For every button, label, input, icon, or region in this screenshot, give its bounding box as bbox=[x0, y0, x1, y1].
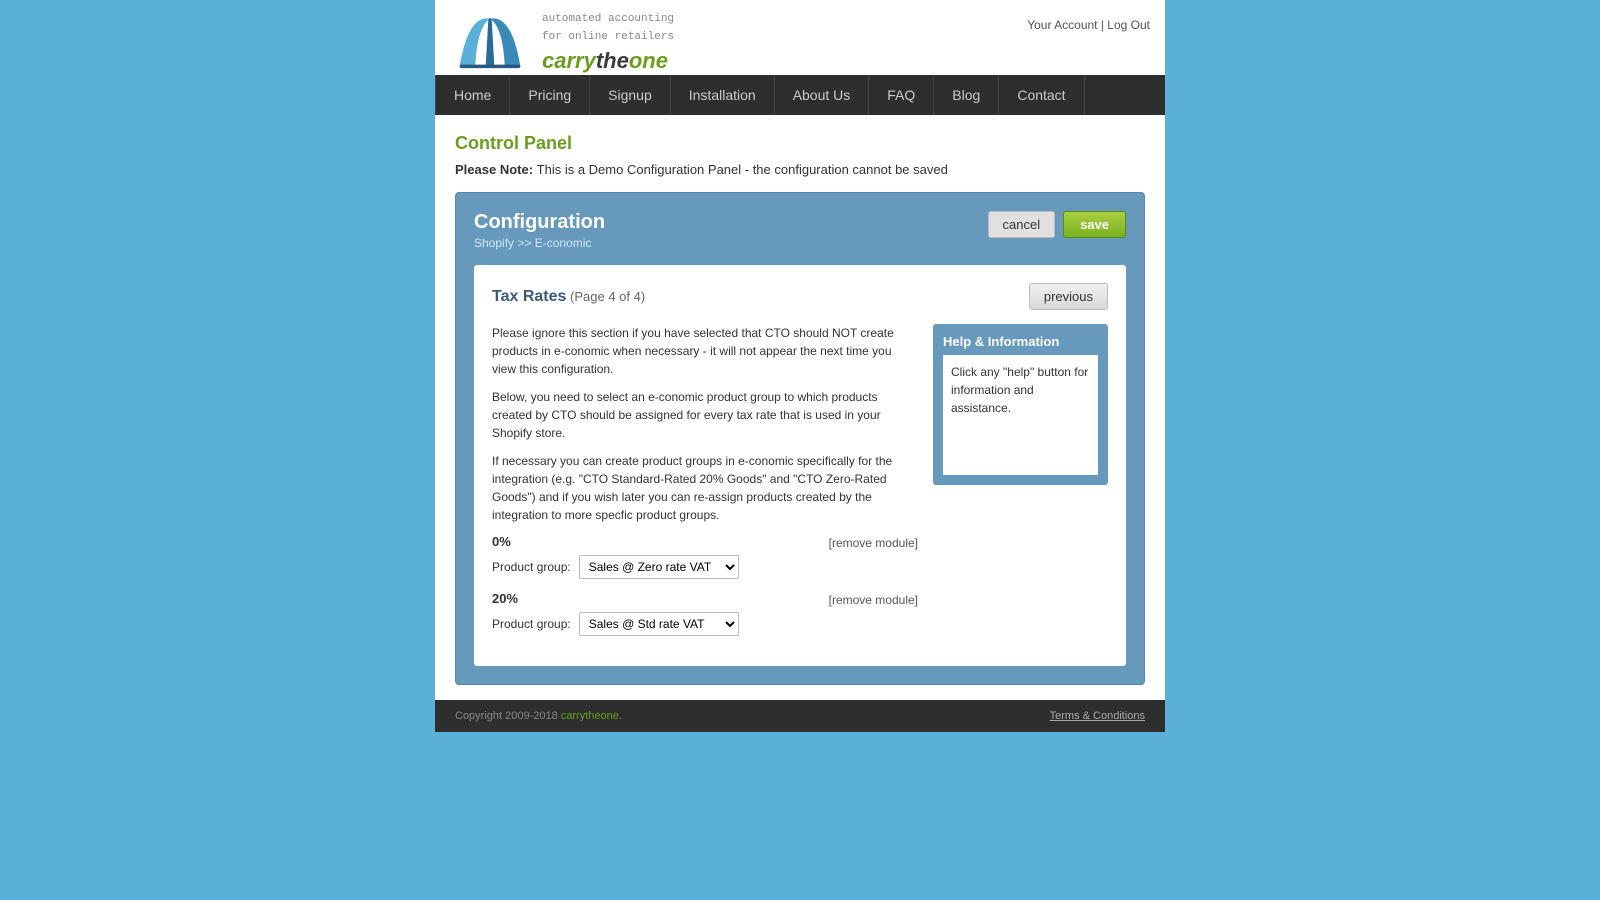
remove-module-0[interactable]: [remove module] bbox=[829, 536, 918, 550]
header-links: Your Account | Log Out bbox=[1027, 10, 1150, 32]
control-panel-title: Control Panel bbox=[455, 133, 1145, 154]
rate-section-0: 0% [remove module] Product group: Sales … bbox=[492, 534, 918, 579]
config-header: Configuration Shopify >> E-conomic cance… bbox=[474, 211, 1126, 250]
info-text-1: Please ignore this section if you have s… bbox=[492, 324, 918, 378]
info-text-2: Below, you need to select an e-conomic p… bbox=[492, 388, 918, 442]
cancel-button[interactable]: cancel bbox=[988, 211, 1056, 238]
tax-rates-title: Tax Rates bbox=[492, 288, 566, 305]
header: automated accounting for online retailer… bbox=[435, 0, 1165, 75]
config-subtitle: Shopify >> E-conomic bbox=[474, 236, 605, 250]
product-group-label-0: Product group: bbox=[492, 560, 571, 574]
brand-name: carrytheone bbox=[542, 48, 674, 74]
nav-item-faq[interactable]: FAQ bbox=[869, 75, 934, 115]
nav-item-blog[interactable]: Blog bbox=[934, 75, 999, 115]
footer-terms-link[interactable]: Terms & Conditions bbox=[1050, 710, 1145, 722]
config-buttons: cancel save bbox=[988, 211, 1127, 238]
rate-row-20: 20% [remove module] bbox=[492, 591, 918, 608]
remove-module-20[interactable]: [remove module] bbox=[829, 593, 918, 607]
tagline: automated accounting for online retailer… bbox=[542, 11, 674, 46]
main-two-column: Please ignore this section if you have s… bbox=[492, 324, 1108, 648]
product-group-row-20: Product group: Sales @ Zero rate VAT Sal… bbox=[492, 612, 918, 636]
product-group-select-0[interactable]: Sales @ Zero rate VAT Sales @ Std rate V… bbox=[579, 555, 739, 579]
footer: Copyright 2009-2018 carrytheone. Terms &… bbox=[435, 700, 1165, 732]
nav-item-pricing[interactable]: Pricing bbox=[510, 75, 590, 115]
rate-label-0: 0% bbox=[492, 534, 511, 549]
config-title: Configuration bbox=[474, 211, 605, 234]
tax-rates-header: Tax Rates (Page 4 of 4) previous bbox=[492, 283, 1108, 310]
demo-note: Please Note: This is a Demo Configuratio… bbox=[455, 162, 1145, 177]
product-group-row-0: Product group: Sales @ Zero rate VAT Sal… bbox=[492, 555, 918, 579]
footer-copyright: Copyright 2009-2018 carrytheone. bbox=[455, 710, 622, 722]
help-box: Help & Information Click any "help" butt… bbox=[933, 324, 1108, 485]
demo-note-prefix: Please Note: bbox=[455, 162, 537, 177]
rate-section-20: 20% [remove module] Product group: Sales… bbox=[492, 591, 918, 636]
help-content: Click any "help" button for information … bbox=[943, 355, 1098, 475]
rate-label-20: 20% bbox=[492, 591, 518, 606]
nav-item-installation[interactable]: Installation bbox=[671, 75, 775, 115]
info-text-3: If necessary you can create product grou… bbox=[492, 452, 918, 524]
nav-item-contact[interactable]: Contact bbox=[999, 75, 1084, 115]
your-account-link[interactable]: Your Account bbox=[1027, 18, 1097, 32]
demo-note-text: This is a Demo Configuration Panel - the… bbox=[537, 162, 948, 177]
logo-text-area: automated accounting for online retailer… bbox=[542, 11, 674, 74]
config-title-area: Configuration Shopify >> E-conomic bbox=[474, 211, 605, 250]
previous-button[interactable]: previous bbox=[1029, 283, 1108, 310]
inner-panel: Tax Rates (Page 4 of 4) previous Please … bbox=[474, 265, 1126, 666]
save-button[interactable]: save bbox=[1063, 211, 1126, 238]
tax-rates-title-area: Tax Rates (Page 4 of 4) bbox=[492, 288, 645, 306]
navigation: Home Pricing Signup Installation About U… bbox=[435, 75, 1165, 115]
nav-item-signup[interactable]: Signup bbox=[590, 75, 671, 115]
right-content: Help & Information Click any "help" butt… bbox=[933, 324, 1108, 648]
logo-area: automated accounting for online retailer… bbox=[450, 10, 674, 75]
main-content: Control Panel Please Note: This is a Dem… bbox=[435, 115, 1165, 700]
content-spacer bbox=[455, 685, 1145, 700]
logo-icon bbox=[450, 10, 530, 75]
footer-brand-link[interactable]: carrytheone bbox=[561, 710, 619, 722]
left-content: Please ignore this section if you have s… bbox=[492, 324, 918, 648]
product-group-label-20: Product group: bbox=[492, 617, 571, 631]
log-out-link[interactable]: Log Out bbox=[1107, 18, 1150, 32]
configuration-box: Configuration Shopify >> E-conomic cance… bbox=[455, 192, 1145, 685]
nav-item-about-us[interactable]: About Us bbox=[775, 75, 870, 115]
rate-row-0: 0% [remove module] bbox=[492, 534, 918, 551]
tax-rates-page: (Page 4 of 4) bbox=[570, 289, 645, 304]
help-title: Help & Information bbox=[943, 334, 1098, 349]
product-group-select-20[interactable]: Sales @ Zero rate VAT Sales @ Std rate V… bbox=[579, 612, 739, 636]
nav-item-home[interactable]: Home bbox=[435, 75, 510, 115]
